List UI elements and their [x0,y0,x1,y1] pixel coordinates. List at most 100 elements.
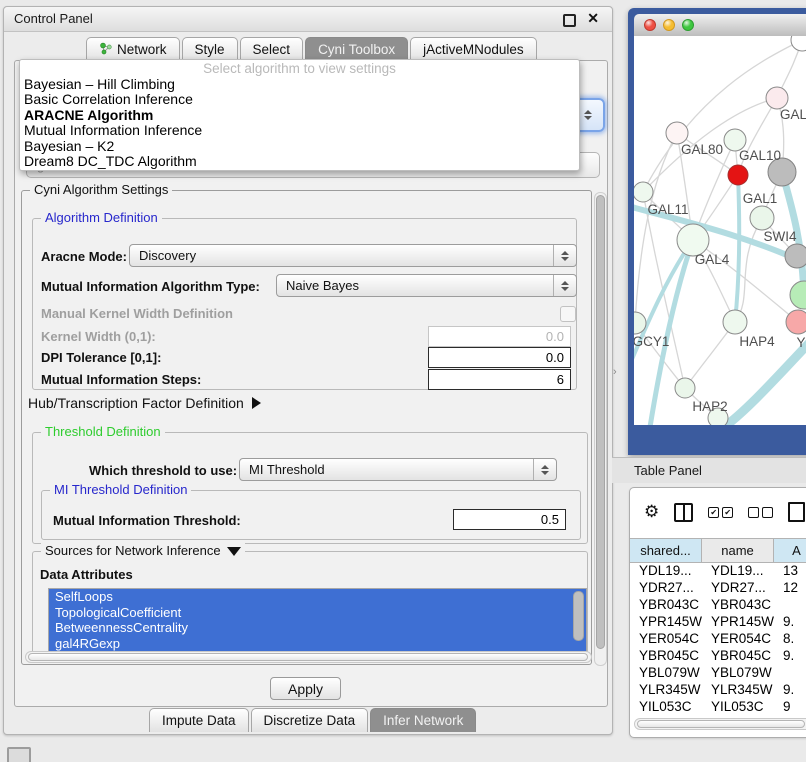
table-row[interactable]: YIL053CYIL053C9 [630,698,806,713]
network-window-titlebar[interactable] [634,14,806,37]
table-cell: YDL19... [702,562,774,579]
dpi-tolerance-input[interactable]: 0.0 [428,347,571,368]
close-icon[interactable]: ✕ [587,10,599,27]
tab-select[interactable]: Select [240,37,304,61]
settings-vertical-scrollbar-thumb[interactable] [596,195,605,649]
node-label-gal80: GAL80 [681,142,723,157]
node-label-gal11: GAL11 [647,202,688,217]
graph-node[interactable] [675,378,695,398]
table-cell: YPR145W [702,613,774,630]
table-row[interactable]: YBL079WYBL079W [630,664,806,681]
table-row[interactable]: YLR345WYLR345W9. [630,681,806,698]
graph-node[interactable] [790,281,806,309]
splitpane-handle[interactable]: › [613,366,617,378]
algorithm-option-aracne-algorithm[interactable]: ARACNE Algorithm [20,108,579,123]
tab-label: jActiveMNodules [423,42,524,57]
hub-definition-expander[interactable]: Hub/Transcription Factor Definition [28,395,261,411]
node-label-gal10: GAL10 [739,148,781,163]
close-traffic-light[interactable] [644,19,656,31]
new-table-icon[interactable] [788,502,805,522]
deselect-checkboxes-icon[interactable] [748,507,773,518]
table-cell: YIL053C [702,698,774,713]
attribute-item-topologicalcoefficient[interactable]: TopologicalCoefficient [49,605,586,621]
table-row[interactable]: YDL19...YDL19...13 [630,562,806,579]
columns-icon[interactable] [674,503,693,522]
table-row[interactable]: YBR043CYBR043C [630,596,806,613]
control-panel-titlebar: Control Panel ✕ [4,7,612,32]
select-all-checkboxes-icon[interactable]: ✔✔ [708,507,733,518]
table-cell: YBL079W [630,664,702,681]
column-header-shared[interactable]: shared... [630,539,702,562]
graph-node[interactable] [791,36,806,51]
table-row[interactable]: YBR045CYBR045C9. [630,647,806,664]
graph-edge[interactable] [635,133,677,323]
algorithm-option-dream8-dc-tdc-algorithm[interactable]: Dream8 DC_TDC Algorithm [20,154,579,169]
kernel-width-input[interactable]: 0.0 [428,326,571,347]
algorithm-option-bayesian-hill-climbing[interactable]: Bayesian – Hill Climbing [20,77,579,92]
tab-network[interactable]: Network [86,37,180,61]
panel-title: Control Panel [14,11,93,26]
tab-cyni-toolbox[interactable]: Cyni Toolbox [305,37,408,61]
graph-node[interactable] [785,244,806,268]
column-header-a[interactable]: A [774,539,806,562]
settings-horizontal-scrollbar-thumb[interactable] [28,653,588,661]
which-threshold-combo[interactable]: MI Threshold [239,458,557,481]
node-label-y: Y [796,335,805,350]
settings-horizontal-scrollbar[interactable] [25,651,592,663]
tab-label: Network [117,42,167,57]
table-horizontal-scrollbar-thumb[interactable] [637,720,805,728]
docked-panel-icon[interactable] [7,747,31,762]
node-label-hap4: HAP4 [739,334,775,349]
graph-node[interactable] [723,310,747,334]
graph-edge[interactable] [724,340,806,425]
float-window-icon[interactable] [563,14,576,27]
table-cell: YLR345W [630,681,702,698]
column-header-name[interactable]: name [702,539,774,562]
attribute-list-scrollbar[interactable] [573,591,584,641]
manual-kernel-width-checkbox[interactable] [560,306,576,322]
table-row[interactable]: YDR27...YDR27...12 [630,579,806,596]
table-cell: YDR27... [630,579,702,596]
graph-node[interactable] [634,182,653,202]
tab-impute-data[interactable]: Impute Data [149,708,249,732]
tab-jactivemnodules[interactable]: jActiveMNodules [410,37,537,61]
attribute-item-selfloops[interactable]: SelfLoops [49,589,586,605]
tab-infer-network[interactable]: Infer Network [370,708,476,732]
network-canvas[interactable]: GALGAL80GAL10GAL1GAL11SWI4GAL4GCY1HAP4YH… [634,36,806,425]
apply-button[interactable]: Apply [270,677,341,700]
algorithm-option-mutual-information-inference[interactable]: Mutual Information Inference [20,123,579,138]
mi-algorithm-type-value: Naive Bayes [277,275,553,296]
tab-style[interactable]: Style [182,37,238,61]
gear-icon[interactable]: ⚙ [644,504,659,521]
algorithm-option-basic-correlation-inference[interactable]: Basic Correlation Inference [20,92,579,107]
algorithm-option-bayesian-k2[interactable]: Bayesian – K2 [20,139,579,154]
mi-steps-input[interactable]: 6 [428,369,571,390]
tab-label: Cyni Toolbox [318,42,395,57]
table-cell: 8. [774,630,806,647]
table-row[interactable]: YER054CYER054C8. [630,630,806,647]
settings-vertical-scrollbar[interactable] [594,192,607,666]
graph-node[interactable] [750,206,774,230]
graph-node[interactable] [766,87,788,109]
tab-discretize-data[interactable]: Discretize Data [251,708,369,732]
graph-node[interactable] [666,122,688,144]
table-cell: YBR045C [630,647,702,664]
network-view-window: GALGAL80GAL10GAL1GAL11SWI4GAL4GCY1HAP4YH… [628,8,806,455]
graph-node[interactable] [786,310,806,334]
table-horizontal-scrollbar[interactable] [634,718,806,730]
node-label-gal4: GAL4 [695,252,730,267]
table-row[interactable]: YPR145WYPR145W9. [630,613,806,630]
algorithm-dropdown-popup: Select algorithm to view settings Bayesi… [19,59,580,171]
minimize-traffic-light[interactable] [663,19,675,31]
mi-algorithm-type-combo[interactable]: Naive Bayes [276,274,577,297]
zoom-traffic-light[interactable] [682,19,694,31]
algorithm-definition-title: Algorithm Definition [41,210,162,225]
sources-group-title[interactable]: Sources for Network Inference [41,543,245,558]
graph-edge[interactable] [735,175,739,322]
attribute-item-betweennesscentrality[interactable]: BetweennessCentrality [49,620,586,636]
attribute-item-gal4rgexp[interactable]: gal4RGexp [49,636,586,652]
aracne-mode-combo[interactable]: Discovery [129,244,577,267]
mi-threshold-input[interactable]: 0.5 [453,509,566,530]
graph-node[interactable] [728,165,748,185]
control-panel-window: Control Panel ✕ Network StyleSelect Cyni T… [3,6,613,735]
